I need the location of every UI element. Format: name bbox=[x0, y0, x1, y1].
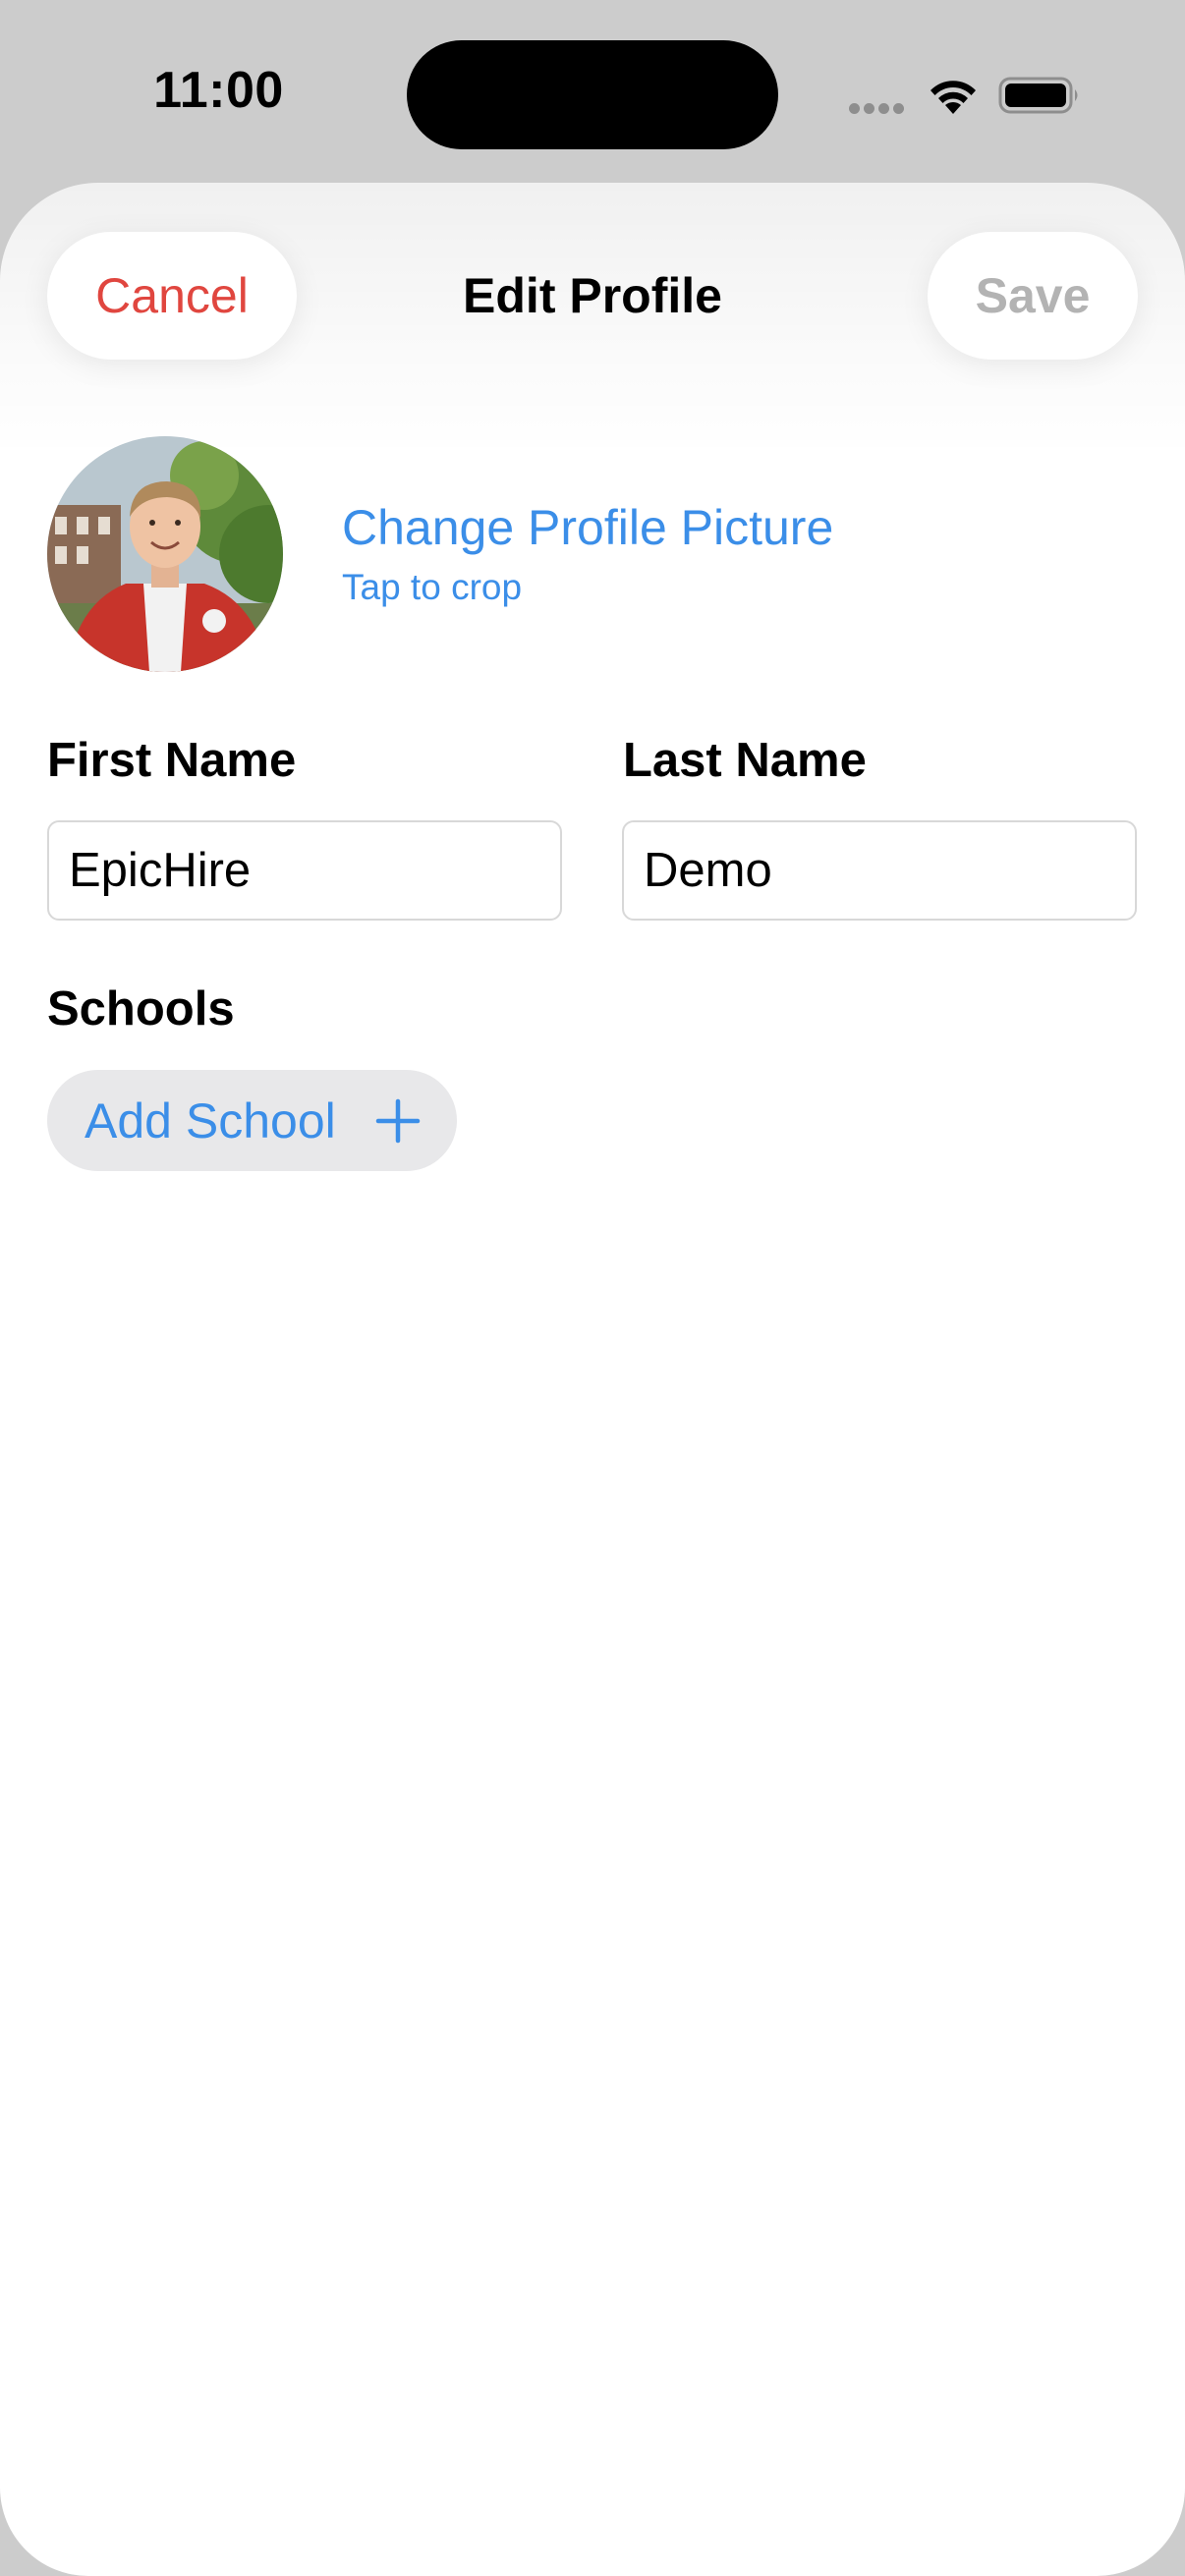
cancel-button[interactable]: Cancel bbox=[47, 232, 297, 360]
first-name-field[interactable] bbox=[47, 820, 562, 921]
tap-to-crop-hint[interactable]: Tap to crop bbox=[342, 567, 522, 608]
plus-icon bbox=[375, 1098, 420, 1143]
first-name-label: First Name bbox=[47, 734, 297, 787]
add-school-label: Add School bbox=[85, 1092, 336, 1148]
schools-label: Schools bbox=[47, 982, 235, 1036]
wifi-icon bbox=[931, 81, 976, 114]
add-school-button[interactable]: Add School bbox=[47, 1070, 457, 1171]
battery-icon bbox=[998, 77, 1078, 114]
signal-dots-icon bbox=[849, 101, 908, 115]
dynamic-island bbox=[407, 40, 778, 149]
last-name-field[interactable] bbox=[622, 820, 1137, 921]
change-profile-picture-link[interactable]: Change Profile Picture bbox=[342, 499, 833, 556]
status-bar: 11:00 bbox=[0, 0, 1185, 187]
last-name-label: Last Name bbox=[623, 734, 867, 787]
avatar[interactable] bbox=[47, 436, 283, 672]
status-time: 11:00 bbox=[153, 62, 284, 119]
edit-profile-sheet: Cancel Edit Profile Save Change Profile … bbox=[0, 183, 1185, 2576]
save-button[interactable]: Save bbox=[928, 232, 1138, 360]
page-title: Edit Profile bbox=[463, 268, 722, 323]
